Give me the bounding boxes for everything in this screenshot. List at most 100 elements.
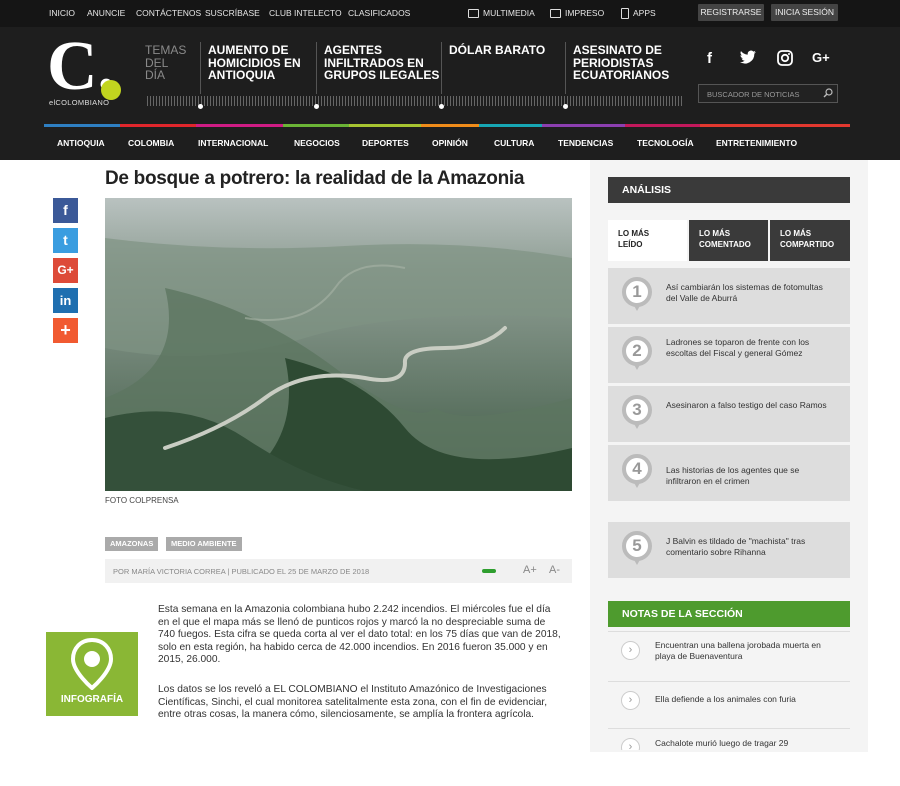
most-read-item[interactable]: 3 Asesinaron a falso testigo del caso Ram… (608, 386, 850, 442)
google-plus-share-button[interactable]: G+ (53, 258, 78, 283)
nav-item-deportes[interactable]: DEPORTES (362, 138, 409, 148)
topbar-link-anuncie[interactable]: ANUNCIE (87, 8, 125, 18)
nav-item-colombia[interactable]: COLOMBIA (128, 138, 174, 148)
search-icon[interactable] (823, 88, 833, 98)
apps-link[interactable]: APPS (621, 8, 656, 20)
tab-label: LO MÁS (618, 229, 650, 238)
nav-color-bar (625, 124, 700, 127)
apps-label: APPS (633, 8, 656, 18)
most-read-title: Así cambiarán los sistemas de fotomultas… (666, 282, 823, 303)
instagram-icon[interactable] (777, 50, 793, 70)
tag-amazonas[interactable]: AMAZONAS (105, 537, 159, 551)
search-box[interactable]: BUSCADOR DE NOTICIAS (698, 84, 838, 103)
nav-item-negocios[interactable]: NEGOCIOS (294, 138, 340, 148)
nav-color-bar (196, 124, 283, 127)
most-read-title: Ladrones se toparon de frente con los es… (666, 337, 810, 358)
most-read-item[interactable]: 5 J Balvin es tildado de "machista" tras … (608, 522, 850, 578)
most-read-title: Las historias de los agentes que se infi… (666, 465, 800, 486)
status-indicator (482, 569, 496, 573)
impreso-link[interactable]: IMPRESO (550, 8, 605, 19)
twitter-share-button[interactable]: t (53, 228, 78, 253)
headline-line: ECUATORIANOS (573, 68, 670, 82)
font-increase-button[interactable]: A+ (523, 564, 537, 576)
phone-icon (621, 8, 629, 20)
linkedin-share-button[interactable]: in (53, 288, 78, 313)
nav-color-bar (44, 124, 120, 127)
facebook-share-button[interactable]: f (53, 198, 78, 223)
multimedia-link[interactable]: MULTIMEDIA (468, 8, 535, 19)
nav-color-bar (479, 124, 542, 127)
tab-label: COMENTADO (699, 240, 751, 249)
tab-label: LEÍDO (618, 240, 643, 249)
most-read-item[interactable]: 1 Así cambiarán los sistemas de fotomulta… (608, 268, 850, 324)
twitter-icon[interactable] (740, 50, 756, 68)
google-plus-icon[interactable]: G+ (812, 50, 830, 65)
rank-pin (633, 422, 641, 429)
impreso-label: IMPRESO (565, 8, 605, 18)
headline-line: ANTIOQUIA (208, 68, 276, 82)
most-read-item[interactable]: 4 Las historias de los agentes que se inf… (608, 445, 850, 501)
font-decrease-button[interactable]: A- (549, 564, 560, 576)
notas-section-header[interactable]: NOTAS DE LA SECCIÓN (608, 601, 850, 627)
chevron-right-icon: › (621, 738, 640, 750)
headline-line: ASESINATO DE (573, 43, 662, 57)
timeline-dot (198, 104, 203, 109)
nav-item-antioquia[interactable]: ANTIOQUIA (57, 138, 105, 148)
nav-item-entretenimiento[interactable]: ENTRETENIMIENTO (716, 138, 797, 148)
nav-item-cultura[interactable]: CULTURA (494, 138, 534, 148)
nav-item-internacional[interactable]: INTERNACIONAL (198, 138, 268, 148)
topbar-link-club-intelecto[interactable]: CLUB INTELECTO (269, 8, 342, 18)
headline-link-homicidios[interactable]: AUMENTO DE HOMICIDIOS EN ANTIOQUIA (208, 44, 301, 82)
divider (565, 42, 566, 94)
headline-link-periodistas[interactable]: ASESINATO DE PERIODISTAS ECUATORIANOS (573, 44, 669, 82)
topbar-link-inicio[interactable]: INICIO (49, 8, 75, 18)
temas-line: DÍA (145, 68, 166, 82)
article-paragraph: Esta semana en la Amazonia colombiana hu… (158, 604, 561, 666)
register-button[interactable]: REGISTRARSE (698, 4, 764, 21)
infographic-button[interactable]: INFOGRAFÍA (46, 632, 138, 716)
rank-badge: 2 (622, 336, 652, 366)
rank-badge: 5 (622, 531, 652, 561)
nav-color-bar (283, 124, 349, 127)
tab-lo-mas-compartido[interactable]: LO MÁS COMPARTIDO (770, 220, 850, 261)
nav-item-opinion[interactable]: OPINIÓN (432, 138, 468, 148)
more-share-button[interactable]: + (53, 318, 78, 343)
tab-lo-mas-leido[interactable]: LO MÁS LEÍDO (608, 220, 687, 261)
most-read-title: Asesinaron a falso testigo del caso Ramo… (666, 400, 827, 410)
login-button[interactable]: INICIA SESIÓN (771, 4, 838, 21)
photo-credit: FOTO COLPRENSA (105, 496, 179, 505)
headline-link-dolar[interactable]: DÓLAR BARATO (449, 44, 545, 57)
site-logo[interactable]: C. elCOLOMBIANO (47, 32, 127, 110)
rank-pin (633, 363, 641, 370)
logo-dot (101, 80, 121, 100)
search-placeholder: BUSCADOR DE NOTICIAS (707, 90, 800, 99)
map-pin-icon (70, 638, 114, 690)
tab-lo-mas-comentado[interactable]: LO MÁS COMENTADO (689, 220, 768, 261)
section-note-item[interactable]: › Ella defiende a los animales con furia (608, 681, 850, 719)
topbar-link-contactenos[interactable]: CONTÁCTENOS (136, 8, 201, 18)
note-title: Ella defiende a los animales con furia (655, 694, 796, 704)
temas-line: TEMAS (145, 43, 187, 57)
nav-color-bar (421, 124, 479, 127)
tab-label: LO MÁS (780, 229, 812, 238)
analysis-section-header[interactable]: ANÁLISIS (608, 177, 850, 203)
headline-line: GRUPOS ILEGALES (324, 68, 440, 82)
nav-item-tendencias[interactable]: TENDENCIAS (558, 138, 613, 148)
nav-color-bar (700, 124, 850, 127)
headline-link-agentes[interactable]: AGENTES INFILTRADOS EN GRUPOS ILEGALES (324, 44, 439, 82)
facebook-icon[interactable]: f (707, 50, 712, 67)
tag-medio-ambiente[interactable]: MEDIO AMBIENTE (166, 537, 242, 551)
nav-item-tecnologia[interactable]: TECNOLOGÍA (637, 138, 694, 148)
note-title: Encuentran una ballena jorobada muerta e… (655, 640, 821, 661)
most-read-item[interactable]: 2 Ladrones se toparon de frente con los e… (608, 327, 850, 383)
topbar-link-suscribase[interactable]: SUSCRÍBASE (205, 8, 260, 18)
nav-color-bar (349, 124, 421, 127)
section-note-item[interactable]: › Cachalote murió luego de tragar 29 (608, 728, 850, 750)
section-note-item[interactable]: › Encuentran una ballena jorobada muerta … (608, 631, 850, 669)
topbar-link-clasificados[interactable]: CLASIFICADOS (348, 8, 410, 18)
headline-line: AUMENTO DE (208, 43, 289, 57)
headline-line: DÓLAR BARATO (449, 43, 546, 57)
timeline-dot (314, 104, 319, 109)
timeline-dot (439, 104, 444, 109)
divider (441, 42, 442, 94)
